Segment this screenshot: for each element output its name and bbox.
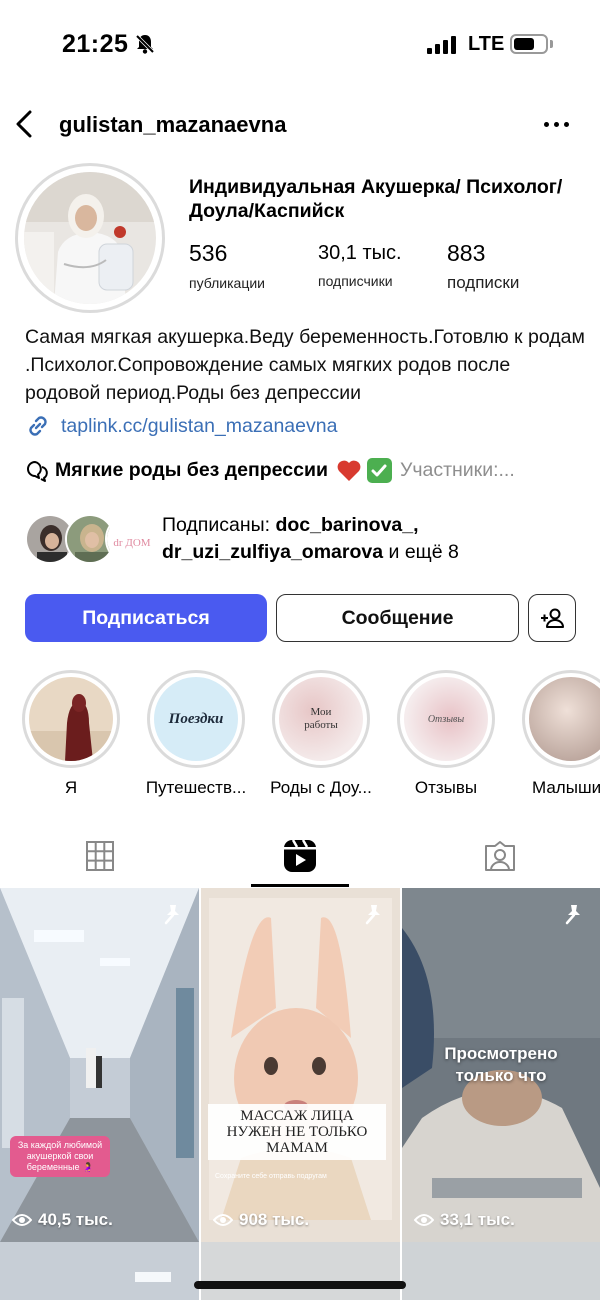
reel-views: 40,5 тыс. [12,1210,113,1230]
network-type: LTE [468,33,505,55]
battery-tip [550,40,553,48]
status-bar: 21:25 LTE [0,0,600,90]
highlight-cover-text: Мои работы [304,706,338,731]
reel-tile[interactable] [0,1242,199,1300]
follower-avatar: dr ДОМ [105,514,155,564]
stat-posts-value: 536 [189,240,228,266]
highlight-cover: Отзывы [404,677,488,761]
reel-subcaption: Сохраните себе отправь подругам [215,1173,327,1180]
stat-following-value: 883 [447,240,486,266]
highlight-cover: Мои работы [279,677,363,761]
stat-posts-label: публикации [189,275,265,291]
highlight-me[interactable]: Я [22,670,120,798]
pin-icon [164,905,179,925]
thread-members: Участники:... [399,459,515,481]
eye-icon [414,1214,434,1226]
tab-tagged[interactable] [400,825,600,887]
eye-icon [213,1214,233,1226]
reel-views-count: 40,5 тыс. [38,1210,113,1229]
chat-bubbles-icon [27,460,48,482]
tab-reels[interactable] [200,825,400,887]
highlight-cover-text: Отзывы [427,713,465,725]
battery-icon [510,34,548,54]
reel-caption: МАССАЖ ЛИЦА НУЖЕН НЕ ТОЛЬКО МАМАМ [208,1104,386,1160]
add-user-icon [541,608,564,628]
highlight-label: Путешеств... [145,778,247,797]
avatar[interactable] [15,163,165,313]
heart-icon [337,460,361,481]
reel-tile[interactable] [402,1242,600,1300]
eye-icon [12,1214,32,1226]
stat-following-label: подписки [447,273,520,292]
highlight-cover [529,677,600,761]
followed-suffix: и ещё 8 [383,541,459,563]
reel-tile[interactable]: За каждой любимой акушеркой свои беремен… [0,888,199,1242]
stat-posts[interactable]: 536 публикации [189,240,265,291]
reels-grid: За каждой любимой акушеркой свои беремен… [0,888,600,1300]
stat-following[interactable]: 883 подписки [447,240,519,293]
profile-bio: Самая мягкая акушерка.Веду беременность.… [25,326,585,404]
follow-button[interactable]: Подписаться [25,594,267,642]
header-username: gulistan_mazanaevna [59,112,287,137]
grid-icon [86,841,114,871]
profile-link[interactable]: taplink.cc/gulistan_mazanaevna [25,413,337,439]
thread-title: Мягкие роды без депрессии [55,459,328,481]
highlight-label: Отзывы [414,778,478,797]
profile-header: gulistan_mazanaevna [0,100,600,150]
pin-icon [365,905,380,925]
highlight-cover-text: Поездки [168,710,224,727]
highlight-babies[interactable]: Малыши [522,670,600,798]
more-options-icon[interactable] [544,122,569,127]
stat-followers[interactable]: 30,1 тыс. подписчики [318,240,402,289]
tab-grid[interactable] [0,825,200,887]
add-user-button[interactable] [528,594,576,642]
home-indicator [194,1281,406,1289]
highlight-label: Малыши [532,778,600,797]
stat-followers-label: подписчики [318,273,393,289]
followed-user-2[interactable]: dr_uzi_zulfiya_omarova [162,541,383,563]
bell-muted-icon [135,34,155,54]
reel-views: 908 тыс. [213,1210,309,1230]
active-tab-indicator [251,884,349,887]
reel-views-count: 908 тыс. [239,1210,310,1229]
reel-views-count: 33,1 тыс. [440,1210,515,1229]
highlight-reviews[interactable]: Отзывы Отзывы [397,670,495,798]
tagged-icon [485,841,515,871]
avatar-photo [24,172,156,304]
highlight-travel[interactable]: Поездки Путешеств... [146,670,246,798]
status-time: 21:25 [62,30,129,58]
pin-icon [565,905,580,925]
followed-by-text: Подписаны: doc_barinova_, dr_uzi_zulfiya_… [162,514,459,563]
back-icon[interactable] [10,106,40,142]
signal-icon [427,36,456,54]
reel-caption: За каждой любимой акушеркой свои беремен… [10,1136,110,1177]
profile-tabs [0,825,600,887]
link-icon [29,416,47,436]
followed-prefix: Подписаны: [162,514,276,536]
followed-user-1[interactable]: doc_barinova_ [275,514,413,536]
highlight-label: Я [64,778,78,797]
highlight-cover [29,677,113,761]
reel-thumbnail [201,888,400,1242]
highlight-cover: Поездки [154,677,238,761]
stat-followers-value: 30,1 тыс. [318,242,402,264]
reel-tile[interactable]: МАССАЖ ЛИЦА НУЖЕН НЕ ТОЛЬКО МАМАМ Сохран… [201,888,400,1242]
reels-icon [284,839,316,872]
reel-tile[interactable]: Просмотрено только что 33,1 тыс. [402,888,600,1242]
follower-avatars: dr ДОМ [25,514,155,566]
reel-thumbnail [0,888,199,1242]
highlight-births[interactable]: Мои работы Роды с Доу... [270,670,372,798]
threads-chat[interactable]: Мягкие роды без депрессии Участники:... [25,458,515,483]
svg-text:dr ДОМ: dr ДОМ [113,537,150,549]
reel-views: 33,1 тыс. [414,1210,515,1230]
profile-name: Индивидуальная Акушерка/ Психолог/Доула/… [189,176,563,222]
reel-viewed-overlay: Просмотрено только что [444,1044,558,1085]
message-button[interactable]: Сообщение [276,594,519,642]
reel-tile[interactable] [201,1242,400,1300]
check-mark-icon [366,458,392,483]
highlight-label: Роды с Доу... [270,778,372,797]
link-text: taplink.cc/gulistan_mazanaevna [61,414,338,437]
